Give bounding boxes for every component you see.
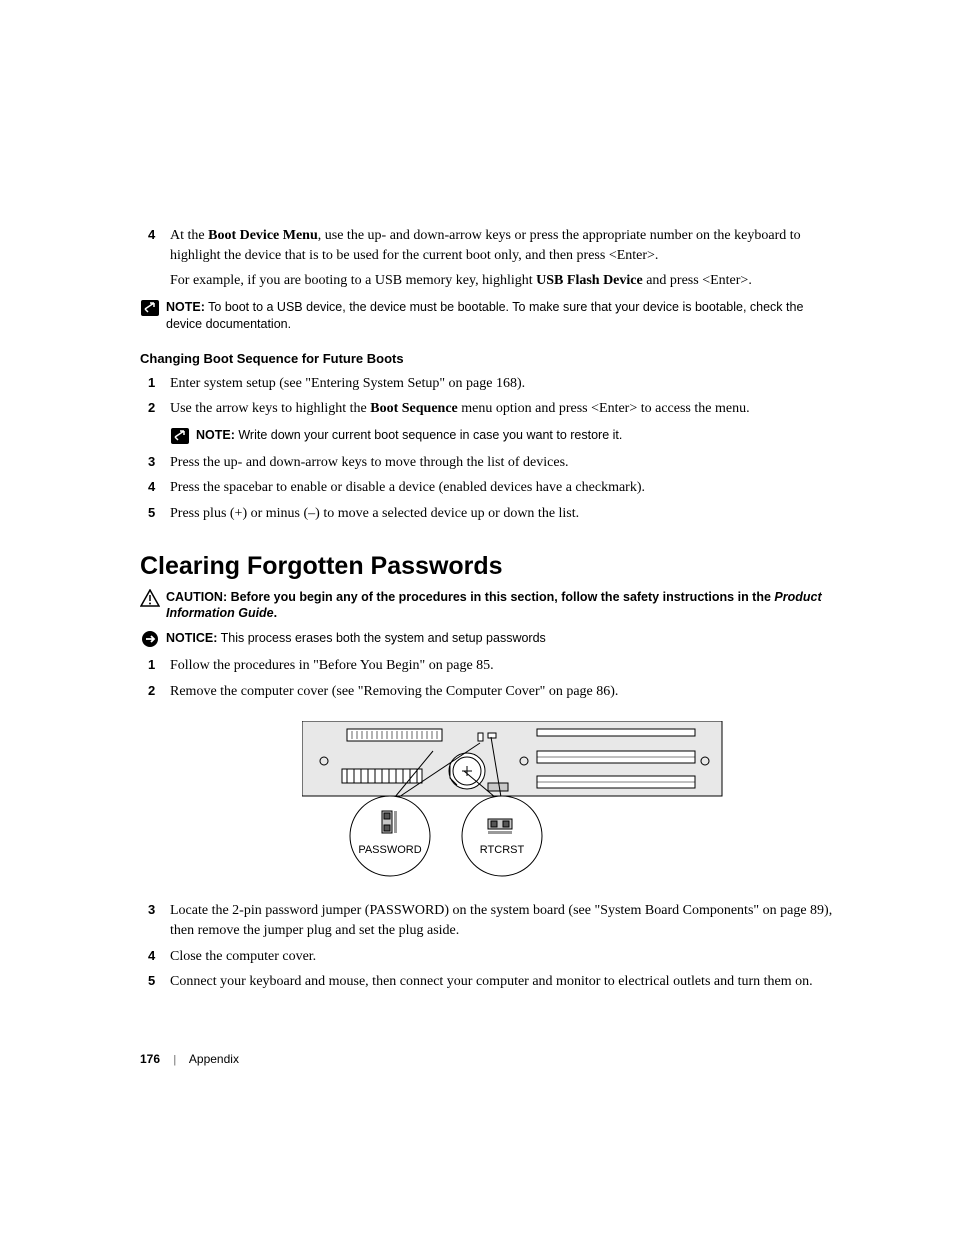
clear-step-1: 1 Follow the procedures in "Before You B…: [140, 656, 834, 676]
clear-step-3: 3 Locate the 2-pin password jumper (PASS…: [140, 901, 834, 940]
step-number: 4: [148, 226, 155, 244]
caution-icon: [140, 589, 160, 607]
step-4-text: At the Boot Device Menu, use the up- and…: [170, 228, 801, 263]
note-icon: [140, 299, 160, 317]
footer-section: Appendix: [189, 1052, 239, 1066]
callout-rtcrst: RTCRST: [480, 844, 525, 856]
jumper-diagram: PASSWORD RTCRST: [200, 721, 834, 881]
step-4: 4 At the Boot Device Menu, use the up- a…: [140, 226, 834, 291]
note-icon: [170, 427, 190, 445]
callout-password: PASSWORD: [358, 844, 421, 856]
clear-step-4: 4 Close the computer cover.: [140, 947, 834, 967]
caution-text: CAUTION: Before you begin any of the pro…: [166, 589, 834, 623]
notice-icon: [140, 630, 160, 648]
note-write-sequence: NOTE: Write down your current boot seque…: [170, 427, 834, 445]
step-4-example: For example, if you are booting to a USB…: [170, 271, 834, 291]
page-footer: 176 | Appendix: [140, 1052, 834, 1066]
footer-separator: |: [173, 1054, 176, 1066]
notice-erase-passwords: NOTICE: This process erases both the sys…: [140, 630, 834, 648]
future-step-2: 2 Use the arrow keys to highlight the Bo…: [140, 399, 834, 445]
clear-step-5: 5 Connect your keyboard and mouse, then …: [140, 972, 834, 992]
note-text: NOTE: Write down your current boot seque…: [196, 427, 622, 444]
page-number: 176: [140, 1052, 160, 1066]
clear-step-2: 2 Remove the computer cover (see "Removi…: [140, 682, 834, 702]
future-step-3: 3 Press the up- and down-arrow keys to m…: [140, 453, 834, 473]
subheading-future-boots: Changing Boot Sequence for Future Boots: [140, 351, 834, 366]
notice-text: NOTICE: This process erases both the sys…: [166, 630, 546, 647]
section-title-clearing-passwords: Clearing Forgotten Passwords: [140, 552, 834, 581]
future-step-5: 5 Press plus (+) or minus (–) to move a …: [140, 504, 834, 524]
caution-safety: CAUTION: Before you begin any of the pro…: [140, 589, 834, 623]
future-step-1: 1 Enter system setup (see "Entering Syst…: [140, 374, 834, 394]
note-usb-bootable: NOTE: To boot to a USB device, the devic…: [140, 299, 834, 333]
note-text: NOTE: To boot to a USB device, the devic…: [166, 299, 834, 333]
future-step-2-text: Use the arrow keys to highlight the Boot…: [170, 401, 750, 416]
future-step-4: 4 Press the spacebar to enable or disabl…: [140, 478, 834, 498]
